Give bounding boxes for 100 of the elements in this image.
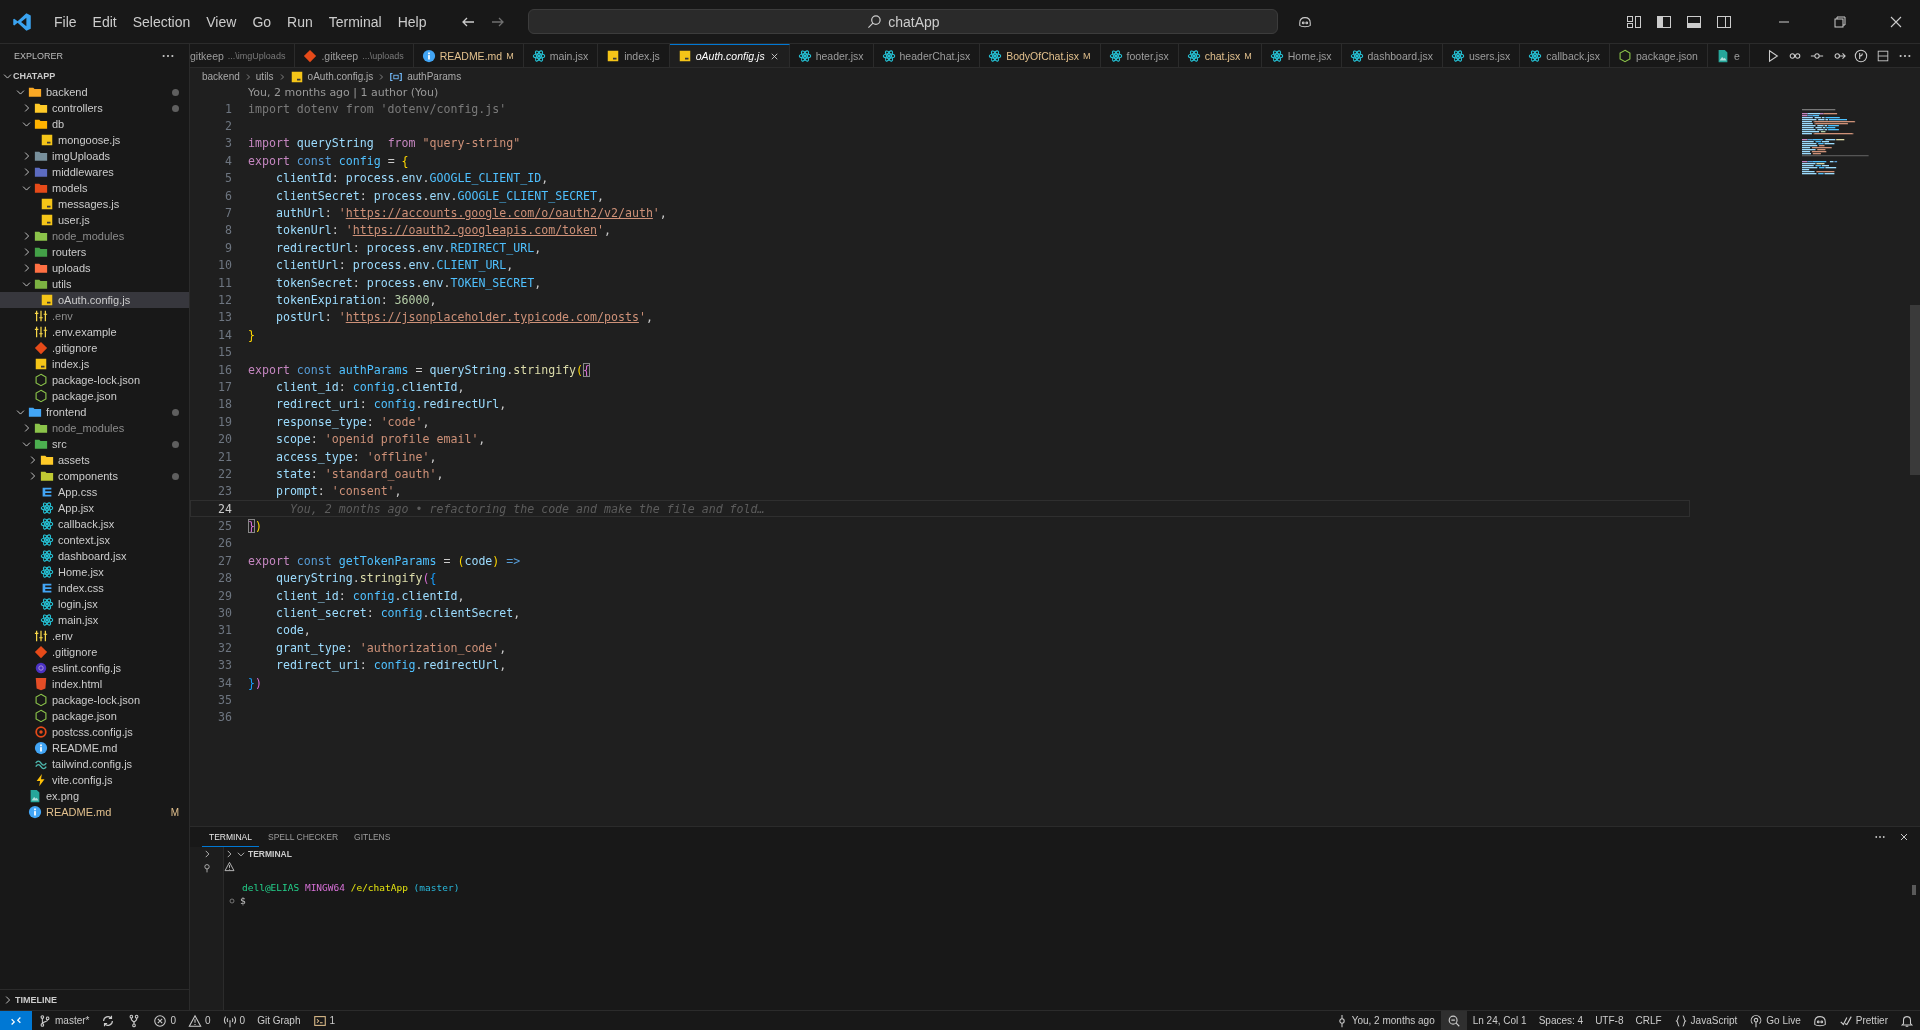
pin-icon[interactable] bbox=[201, 863, 212, 873]
breadcrumb-item[interactable]: authParams bbox=[407, 71, 462, 82]
editor-tab[interactable]: oAuth.config.js bbox=[669, 44, 790, 67]
tree-item[interactable]: package.json bbox=[0, 708, 189, 724]
tree-item[interactable]: imgUploads bbox=[0, 148, 189, 164]
breadcrumb-item[interactable]: utils bbox=[255, 71, 274, 82]
tree-item[interactable]: utils bbox=[0, 276, 189, 292]
restore-icon[interactable] bbox=[1832, 13, 1848, 30]
tree-item[interactable]: package.json bbox=[0, 388, 189, 404]
status-item[interactable]: 0 bbox=[216, 1011, 252, 1030]
tree-item[interactable]: .env bbox=[0, 308, 189, 324]
close-icon[interactable] bbox=[1898, 831, 1910, 843]
tree-item[interactable]: package-lock.json bbox=[0, 692, 189, 708]
remote-button[interactable] bbox=[0, 1011, 32, 1030]
tree-item[interactable]: backend bbox=[0, 84, 189, 100]
tree-item[interactable]: index.css bbox=[0, 580, 189, 596]
tree-item[interactable]: index.html bbox=[0, 676, 189, 692]
status-item[interactable]: 0 bbox=[147, 1011, 182, 1030]
status-item[interactable]: Git Graph bbox=[251, 1011, 307, 1030]
tree-item[interactable]: db bbox=[0, 116, 189, 132]
tree-item[interactable]: .gitignore bbox=[0, 644, 189, 660]
breadcrumb-item[interactable]: backend bbox=[202, 71, 240, 82]
menu-item[interactable]: Edit bbox=[84, 9, 125, 34]
workspace-header[interactable]: CHATAPP bbox=[0, 68, 189, 84]
tree-item[interactable]: assets bbox=[0, 452, 189, 468]
tree-item[interactable]: context.jsx bbox=[0, 532, 189, 548]
menu-item[interactable]: Run bbox=[279, 9, 321, 34]
tree-item[interactable]: vite.config.js bbox=[0, 772, 189, 788]
split-editor-icon[interactable] bbox=[1876, 48, 1890, 63]
tree-item[interactable]: App.jsx bbox=[0, 500, 189, 516]
tree-item[interactable]: main.jsx bbox=[0, 612, 189, 628]
tree-item[interactable]: user.js bbox=[0, 212, 189, 228]
tree-item[interactable]: Home.jsx bbox=[0, 564, 189, 580]
warning-icon[interactable] bbox=[224, 861, 235, 872]
scrollbar[interactable] bbox=[1912, 885, 1916, 895]
tree-item[interactable]: uploads bbox=[0, 260, 189, 276]
status-icon-button[interactable] bbox=[1440, 1011, 1467, 1030]
tree-item[interactable]: mongoose.js bbox=[0, 132, 189, 148]
tree-item[interactable]: App.css bbox=[0, 484, 189, 500]
toggle-panel-icon[interactable] bbox=[1686, 13, 1702, 30]
chevron-right-icon[interactable] bbox=[224, 849, 234, 859]
tree-item[interactable]: controllers bbox=[0, 100, 189, 116]
tree-item[interactable]: node_modules bbox=[0, 228, 189, 244]
tree-item[interactable]: .env.example bbox=[0, 324, 189, 340]
menu-item[interactable]: File bbox=[46, 9, 85, 34]
copilot-icon[interactable] bbox=[1298, 14, 1313, 29]
panel-tab[interactable]: TERMINAL bbox=[202, 827, 259, 847]
section-header[interactable]: TERMINAL bbox=[248, 849, 292, 859]
tree-item[interactable]: middlewares bbox=[0, 164, 189, 180]
toggle-sidebar-icon[interactable] bbox=[1656, 13, 1672, 30]
chevron-down-icon[interactable] bbox=[236, 849, 246, 859]
tree-item[interactable]: eslint.config.js bbox=[0, 660, 189, 676]
status-item[interactable]: Ln 24, Col 1 bbox=[1466, 1011, 1533, 1030]
tree-item[interactable]: .gitignore bbox=[0, 340, 189, 356]
tree-item[interactable]: messages.js bbox=[0, 196, 189, 212]
tree-item[interactable]: .env bbox=[0, 628, 189, 644]
status-item[interactable]: CRLF bbox=[1629, 1011, 1668, 1030]
tree-item[interactable]: oAuth.config.js bbox=[0, 292, 189, 308]
tree-item[interactable]: dashboard.jsx bbox=[0, 548, 189, 564]
toggle-secondary-sidebar-icon[interactable] bbox=[1716, 13, 1732, 30]
tree-item[interactable]: tailwind.config.js bbox=[0, 756, 189, 772]
tree-item[interactable]: README.md bbox=[0, 740, 189, 756]
tree-item[interactable]: components bbox=[0, 468, 189, 484]
tree-item[interactable]: ex.png bbox=[0, 788, 189, 804]
tree-item[interactable]: frontend bbox=[0, 404, 189, 420]
status-item[interactable]: You, 2 months ago bbox=[1328, 1011, 1441, 1030]
tree-item[interactable]: postcss.config.js bbox=[0, 724, 189, 740]
branch-circle-icon[interactable] bbox=[1854, 48, 1868, 63]
menu-item[interactable]: Selection bbox=[124, 9, 199, 34]
tree-item[interactable]: index.js bbox=[0, 356, 189, 372]
status-item[interactable]: Go Live bbox=[1743, 1011, 1807, 1030]
status-item[interactable]: JavaScript bbox=[1667, 1011, 1744, 1030]
status-item[interactable]: master* bbox=[32, 1011, 96, 1030]
status-item[interactable]: 0 bbox=[182, 1011, 217, 1030]
tree-item[interactable]: node_modules bbox=[0, 420, 189, 436]
status-item[interactable]: Prettier bbox=[1832, 1011, 1894, 1030]
tree-item[interactable]: package-lock.json bbox=[0, 372, 189, 388]
status-item[interactable]: UTF-8 bbox=[1589, 1011, 1630, 1030]
tree-item[interactable]: routers bbox=[0, 244, 189, 260]
editor-tab[interactable]: gitkeep ...\imgUploads bbox=[190, 44, 296, 67]
menu-item[interactable]: View bbox=[198, 9, 245, 34]
tree-item[interactable]: login.jsx bbox=[0, 596, 189, 612]
tree-item[interactable]: callback.jsx bbox=[0, 516, 189, 532]
layout-icon[interactable] bbox=[1626, 13, 1642, 30]
menu-item[interactable]: Go bbox=[244, 9, 280, 34]
menu-item[interactable]: Help bbox=[389, 9, 435, 34]
panel-tab[interactable]: SPELL CHECKER bbox=[261, 827, 346, 847]
blame-annotation[interactable]: You, 2 months ago | 1 author (You) bbox=[248, 86, 439, 99]
scrollbar[interactable] bbox=[1910, 305, 1920, 475]
sliders-icon bbox=[34, 629, 48, 643]
menu-item[interactable]: Terminal bbox=[320, 9, 390, 34]
run-icon[interactable] bbox=[1766, 48, 1780, 63]
breadcrumb-item[interactable]: oAuth.config.js bbox=[307, 71, 374, 82]
tree-item[interactable]: README.md M bbox=[0, 804, 189, 820]
panel-tab[interactable]: GITLENS bbox=[347, 827, 398, 847]
status-item[interactable]: Spaces: 4 bbox=[1532, 1011, 1590, 1030]
tree-item[interactable]: models bbox=[0, 180, 189, 196]
status-item[interactable]: 1 bbox=[306, 1011, 342, 1030]
command-center-search[interactable]: chatApp bbox=[528, 9, 1279, 34]
tree-item[interactable]: src bbox=[0, 436, 189, 452]
